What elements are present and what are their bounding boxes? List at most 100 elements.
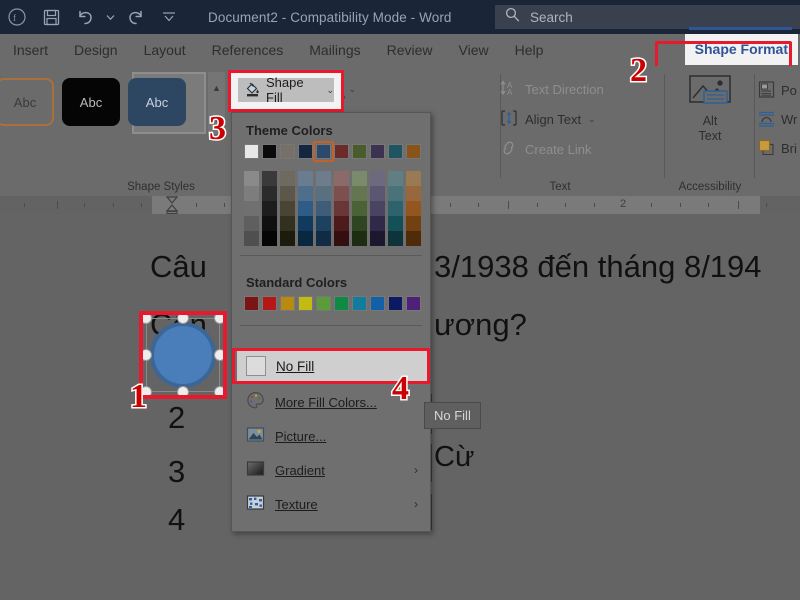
callout-1: 1 <box>129 377 149 417</box>
doc-number-4: 4 <box>168 502 186 537</box>
variant-col-4[interactable] <box>316 171 331 246</box>
active-tab-underline <box>689 27 792 30</box>
variant-col-8[interactable] <box>388 171 403 246</box>
shape-style-1[interactable]: Abc <box>0 78 54 126</box>
autosave-toggle-icon[interactable]: f <box>0 0 34 34</box>
position-button[interactable]: Po <box>758 76 797 105</box>
theme-swatch-6[interactable] <box>352 144 367 159</box>
theme-swatch-9[interactable] <box>406 144 421 159</box>
menu-item-picture[interactable]: Picture... <box>232 419 430 453</box>
text-direction-icon: AA <box>500 79 518 100</box>
menu-item-texture-label: Texture <box>275 496 318 512</box>
search-box[interactable]: Search <box>495 5 800 29</box>
chevron-down-icon[interactable]: ⌄ <box>326 85 334 96</box>
picture-icon <box>246 425 265 447</box>
gradient-icon <box>246 459 265 481</box>
standard-color-swatches <box>232 296 430 311</box>
theme-swatch-8[interactable] <box>388 144 403 159</box>
doc-line1-before: Câu <box>150 249 207 284</box>
standard-swatch-7[interactable] <box>370 296 385 311</box>
alt-text-button[interactable]: Alt Text <box>672 74 748 144</box>
text-group: AA Text Direction Align Text ⌄ Create Li… <box>500 74 604 164</box>
shape-style-2[interactable]: Abc <box>62 78 120 126</box>
tab-help[interactable]: Help <box>502 34 557 66</box>
search-placeholder: Search <box>530 9 573 25</box>
align-text-button[interactable]: Align Text ⌄ <box>500 104 604 134</box>
shape-style-3[interactable]: Abc <box>128 78 186 126</box>
theme-swatch-5[interactable] <box>334 144 349 159</box>
theme-swatch-4[interactable] <box>313 141 334 162</box>
variant-col-7[interactable] <box>370 171 385 246</box>
no-fill-tooltip: No Fill <box>424 402 481 429</box>
chevron-down-icon[interactable]: ⌄ <box>588 114 596 125</box>
standard-swatch-8[interactable] <box>388 296 403 311</box>
menu-item-texture[interactable]: Texture › <box>232 487 430 521</box>
menu-item-more-fill-colors-label: More Fill Colors... <box>275 394 377 410</box>
theme-swatch-3[interactable] <box>298 144 313 159</box>
tab-mailings[interactable]: Mailings <box>296 34 373 66</box>
wrap-text-icon <box>758 110 775 130</box>
menu-item-no-fill-label: No Fill <box>276 358 315 374</box>
standard-swatch-9[interactable] <box>406 296 421 311</box>
create-link-label: Create Link <box>525 141 592 157</box>
chevron-down-icon[interactable]: ⌄ <box>349 84 357 95</box>
tab-layout[interactable]: Layout <box>131 34 199 66</box>
redo-icon[interactable] <box>118 0 152 34</box>
chevron-up-icon[interactable]: ▲ <box>212 83 221 93</box>
bring-forward-button[interactable]: Bri <box>758 134 797 163</box>
tab-view[interactable]: View <box>446 34 502 66</box>
variant-col-6[interactable] <box>352 171 367 246</box>
create-link-button[interactable]: Create Link <box>500 134 604 164</box>
standard-swatch-0[interactable] <box>244 296 259 311</box>
wrap-text-button[interactable]: Wr <box>758 105 797 134</box>
tab-design[interactable]: Design <box>61 34 131 66</box>
theme-swatch-2[interactable] <box>280 144 295 159</box>
text-direction-label: Text Direction <box>525 81 604 97</box>
theme-swatch-7[interactable] <box>370 144 385 159</box>
menu-item-gradient[interactable]: Gradient › <box>232 453 430 487</box>
align-text-icon <box>500 109 518 130</box>
theme-swatch-1[interactable] <box>262 144 277 159</box>
word-window: f Document2 - Compatibility Mode - Word … <box>0 0 800 600</box>
variant-col-3[interactable] <box>298 171 313 246</box>
indent-marker-icon[interactable] <box>165 196 179 214</box>
variant-col-2[interactable] <box>280 171 295 246</box>
position-label: Po <box>781 83 797 98</box>
svg-text:A: A <box>507 88 513 97</box>
document-title: Document2 - Compatibility Mode - Word <box>208 9 452 25</box>
variant-col-0[interactable] <box>244 171 259 246</box>
standard-colors-label: Standard Colors <box>246 275 348 290</box>
theme-swatch-0[interactable] <box>244 144 259 159</box>
alt-text-label-1: Alt <box>702 114 718 128</box>
standard-swatch-3[interactable] <box>298 296 313 311</box>
theme-color-swatches <box>232 141 430 162</box>
shape-style-1-label: Abc <box>13 94 37 110</box>
shape-fill-label: Shape Fill <box>266 75 304 105</box>
variant-col-1[interactable] <box>262 171 277 246</box>
alt-text-icon <box>687 74 733 114</box>
wrap-text-label: Wr <box>781 112 798 127</box>
variant-col-9[interactable] <box>406 171 421 246</box>
callout-4: 4 <box>391 369 411 409</box>
tab-references[interactable]: References <box>199 34 297 66</box>
standard-swatch-2[interactable] <box>280 296 295 311</box>
customize-quick-access-icon[interactable] <box>152 0 186 34</box>
theme-colors-label: Theme Colors <box>246 123 333 138</box>
tab-review[interactable]: Review <box>374 34 446 66</box>
save-icon[interactable] <box>34 0 68 34</box>
chevron-right-icon: › <box>414 497 418 511</box>
standard-swatch-6[interactable] <box>352 296 367 311</box>
tab-shape-format[interactable]: Shape Format <box>684 34 798 65</box>
theme-color-variants <box>232 171 430 246</box>
tab-insert[interactable]: Insert <box>0 34 61 66</box>
undo-dropdown-icon[interactable] <box>102 0 118 34</box>
ribbon-tab-bar: Insert Design Layout References Mailings… <box>0 34 800 66</box>
variant-col-5[interactable] <box>334 171 349 246</box>
undo-icon[interactable] <box>68 0 102 34</box>
shape-fill-button[interactable]: Shape Fill ⌄ <box>238 75 334 105</box>
text-direction-button[interactable]: AA Text Direction <box>500 74 604 104</box>
standard-swatch-4[interactable] <box>316 296 331 311</box>
standard-swatch-1[interactable] <box>262 296 277 311</box>
standard-swatch-5[interactable] <box>334 296 349 311</box>
callout-3: 3 <box>208 109 228 149</box>
